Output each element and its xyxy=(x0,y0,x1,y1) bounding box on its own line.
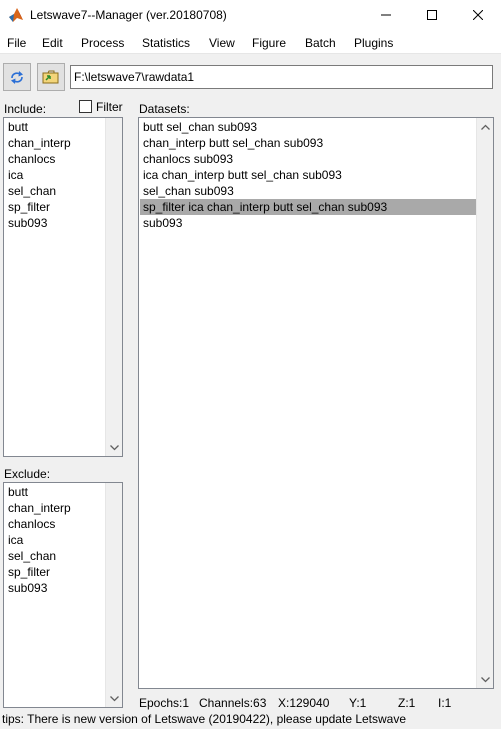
close-icon xyxy=(473,10,483,20)
chevron-down-icon xyxy=(109,444,119,450)
dataset-item[interactable]: sel_chan sub093 xyxy=(140,183,476,199)
dataset-item-selected[interactable]: sp_filter ica chan_interp butt sel_chan … xyxy=(140,199,476,215)
refresh-arrows-icon xyxy=(11,71,23,84)
tips-text: tips: There is new version of Letswave (… xyxy=(2,712,407,726)
include-item-sp-filter[interactable]: sp_filter xyxy=(5,199,105,215)
open-folder-icon xyxy=(42,70,59,84)
info-x: X:129040 xyxy=(278,696,330,710)
open-folder-button[interactable] xyxy=(37,63,65,91)
filter-label: Filter xyxy=(96,100,123,114)
filter-checkbox[interactable] xyxy=(79,100,92,113)
scroll-down-arrow[interactable] xyxy=(477,671,493,688)
exclude-item-butt[interactable]: butt xyxy=(5,484,105,500)
menu-statistics[interactable]: Statistics xyxy=(142,36,190,50)
info-channels: Channels:63 xyxy=(199,696,267,710)
info-epochs: Epochs:1 xyxy=(139,696,190,710)
info-i: I:1 xyxy=(438,696,452,710)
matlab-icon xyxy=(8,7,24,23)
datasets-label: Datasets: xyxy=(139,102,190,116)
include-item-butt[interactable]: butt xyxy=(5,119,105,135)
maximize-icon xyxy=(427,10,437,20)
exclude-list: butt chan_interp chanlocs ica sel_chan s… xyxy=(5,484,105,596)
scroll-down-arrow[interactable] xyxy=(106,439,122,456)
scroll-up-arrow[interactable] xyxy=(477,118,493,135)
exclude-scrollbar[interactable] xyxy=(105,483,122,707)
minimize-icon xyxy=(381,14,391,16)
datasets-list: butt sel_chan sub093 chan_interp butt se… xyxy=(140,119,476,231)
dataset-item[interactable]: chanlocs sub093 xyxy=(140,151,476,167)
chevron-up-icon xyxy=(480,124,490,130)
refresh-button[interactable] xyxy=(3,63,31,91)
include-label: Include: xyxy=(4,102,47,116)
dataset-item[interactable]: chan_interp butt sel_chan sub093 xyxy=(140,135,476,151)
exclude-item-sub093[interactable]: sub093 xyxy=(5,580,105,596)
include-item-sel-chan[interactable]: sel_chan xyxy=(5,183,105,199)
menu-process[interactable]: Process xyxy=(81,36,124,50)
minimize-button[interactable] xyxy=(363,0,409,30)
include-list: butt chan_interp chanlocs ica sel_chan s… xyxy=(5,119,105,231)
include-item-chanlocs[interactable]: chanlocs xyxy=(5,151,105,167)
dataset-item[interactable]: butt sel_chan sub093 xyxy=(140,119,476,135)
exclude-item-chan-interp[interactable]: chan_interp xyxy=(5,500,105,516)
exclude-item-sel-chan[interactable]: sel_chan xyxy=(5,548,105,564)
info-z: Z:1 xyxy=(398,696,416,710)
include-listbox[interactable]: butt chan_interp chanlocs ica sel_chan s… xyxy=(3,117,123,457)
exclude-item-chanlocs[interactable]: chanlocs xyxy=(5,516,105,532)
include-item-sub093[interactable]: sub093 xyxy=(5,215,105,231)
close-button[interactable] xyxy=(455,0,501,30)
menu-file[interactable]: File xyxy=(7,36,26,50)
datasets-scrollbar[interactable] xyxy=(476,118,493,688)
exclude-label: Exclude: xyxy=(4,467,51,481)
include-item-ica[interactable]: ica xyxy=(5,167,105,183)
menu-plugins[interactable]: Plugins xyxy=(354,36,393,50)
exclude-item-sp-filter[interactable]: sp_filter xyxy=(5,564,105,580)
window-title: Letswave7--Manager (ver.20180708) xyxy=(30,8,227,22)
menu-view[interactable]: View xyxy=(209,36,235,50)
chevron-down-icon xyxy=(480,676,490,682)
include-scrollbar[interactable] xyxy=(105,118,122,456)
menu-batch[interactable]: Batch xyxy=(305,36,336,50)
dataset-item[interactable]: sub093 xyxy=(140,215,476,231)
maximize-button[interactable] xyxy=(409,0,455,30)
datasets-listbox[interactable]: butt sel_chan sub093 chan_interp butt se… xyxy=(138,117,494,689)
scroll-down-arrow[interactable] xyxy=(106,690,122,707)
exclude-listbox[interactable]: butt chan_interp chanlocs ica sel_chan s… xyxy=(3,482,123,708)
menu-edit[interactable]: Edit xyxy=(42,36,63,50)
include-item-chan-interp[interactable]: chan_interp xyxy=(5,135,105,151)
menu-bar: File Edit Process Statistics View Figure… xyxy=(0,30,501,54)
menu-figure[interactable]: Figure xyxy=(252,36,286,50)
exclude-item-ica[interactable]: ica xyxy=(5,532,105,548)
info-y: Y:1 xyxy=(349,696,367,710)
path-field[interactable]: F:\letswave7\rawdata1 xyxy=(70,65,493,89)
title-bar: Letswave7--Manager (ver.20180708) xyxy=(0,0,501,30)
dataset-item[interactable]: ica chan_interp butt sel_chan sub093 xyxy=(140,167,476,183)
chevron-down-icon xyxy=(109,695,119,701)
